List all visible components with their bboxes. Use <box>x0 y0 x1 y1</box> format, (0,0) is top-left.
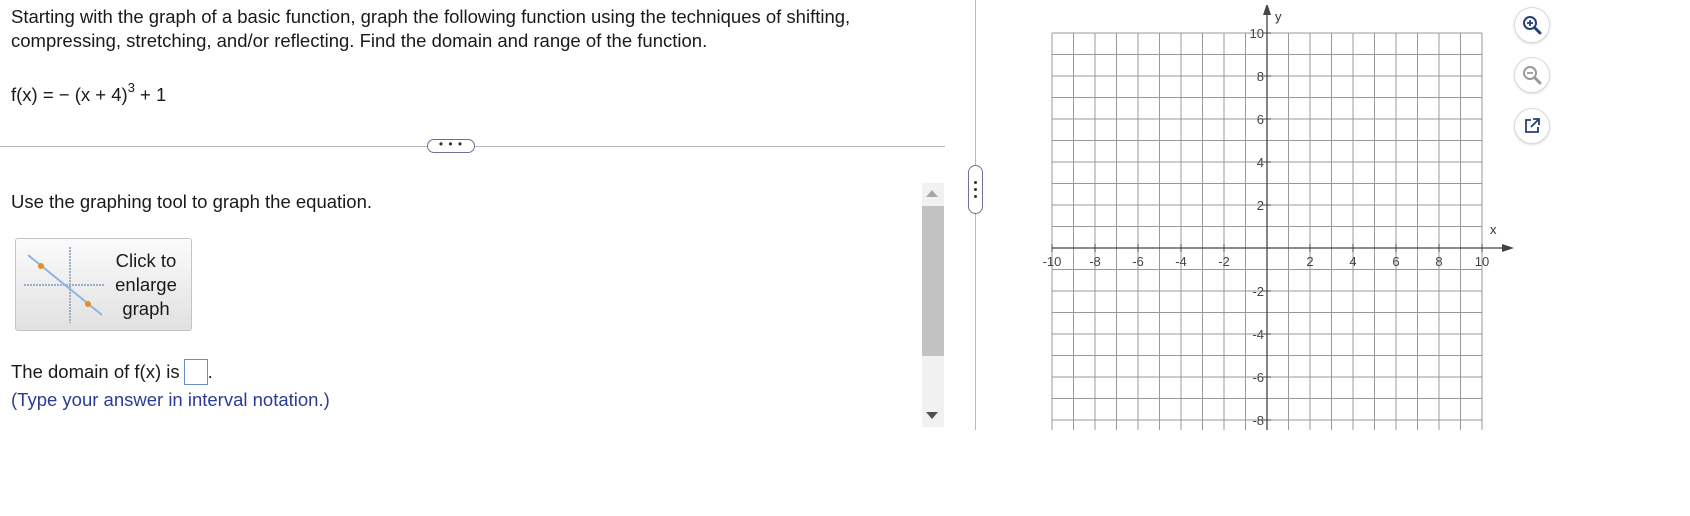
coordinate-grid[interactable]: x y -10 -8 -6 -4 -2 2 4 6 8 10 10 8 6 4 2 -2 -4 -6 -8 <box>1030 5 1520 430</box>
enlarge-graph-label: Click to enlarge graph <box>115 250 177 319</box>
y-tick-label: 8 <box>1257 69 1264 84</box>
scroll-up-arrow-icon[interactable] <box>926 190 938 197</box>
zoom-in-button[interactable] <box>1515 8 1549 42</box>
y-tick-label: 10 <box>1250 26 1264 41</box>
domain-answer-input[interactable] <box>183 359 208 385</box>
formula-lhs: f(x) = − (x + 4) <box>11 84 128 106</box>
zoom-out-button[interactable] <box>1515 58 1549 92</box>
x-tick-label: 4 <box>1349 254 1356 269</box>
panel-divider <box>975 0 976 430</box>
problem-line-2: compressing, stretching, and/or reflecti… <box>11 30 708 51</box>
answer-hint: (Type your answer in interval notation.) <box>11 389 330 410</box>
x-tick-label: 8 <box>1435 254 1442 269</box>
zoom-out-icon <box>1523 66 1542 85</box>
panel-resize-handle[interactable] <box>968 165 983 214</box>
problem-statement: Starting with the graph of a basic funct… <box>11 5 911 53</box>
x-tick-label: -6 <box>1132 254 1144 269</box>
x-tick-label: 6 <box>1392 254 1399 269</box>
zoom-in-icon <box>1523 16 1542 35</box>
expand-more-button[interactable]: • • • <box>427 138 475 153</box>
function-formula: f(x) = − (x + 4)3 + 1 <box>11 78 166 107</box>
popout-button[interactable] <box>1515 109 1549 143</box>
y-tick-label: -8 <box>1252 413 1264 428</box>
enlarge-graph-button[interactable]: Click to enlarge graph <box>15 238 192 331</box>
x-tick-label: 2 <box>1306 254 1313 269</box>
x-tick-label: -10 <box>1043 254 1062 269</box>
x-tick-label: -4 <box>1175 254 1187 269</box>
x-tick-label: -2 <box>1218 254 1230 269</box>
formula-exponent: 3 <box>127 80 135 95</box>
x-axis-arrow-icon <box>1502 244 1514 252</box>
popout-icon <box>1525 118 1540 133</box>
y-tick-label: -6 <box>1252 370 1264 385</box>
x-tick-label: -8 <box>1089 254 1101 269</box>
y-tick-label: -4 <box>1252 327 1264 342</box>
problem-line-1: Starting with the graph of a basic funct… <box>11 6 851 27</box>
x-axis-label: x <box>1490 222 1497 237</box>
scroll-down-arrow-icon[interactable] <box>926 412 938 419</box>
domain-question: The domain of f(x) is. <box>11 359 213 385</box>
formula-rhs: + 1 <box>134 84 167 106</box>
y-axis-label: y <box>1275 9 1282 24</box>
instruction-text: Use the graphing tool to graph the equat… <box>11 191 373 212</box>
y-axis-arrow-icon <box>1263 5 1271 15</box>
question-panel: Starting with the graph of a basic funct… <box>0 0 945 430</box>
scrollbar-thumb[interactable] <box>922 206 944 356</box>
y-tick-label: 2 <box>1257 198 1264 213</box>
graph-thumbnail-icon <box>24 247 104 323</box>
y-tick-label: -2 <box>1252 284 1264 299</box>
domain-label: The domain of f(x) is <box>11 361 180 382</box>
y-tick-label: 4 <box>1257 155 1264 170</box>
x-tick-label: 10 <box>1475 254 1489 269</box>
y-tick-label: 6 <box>1257 112 1264 127</box>
